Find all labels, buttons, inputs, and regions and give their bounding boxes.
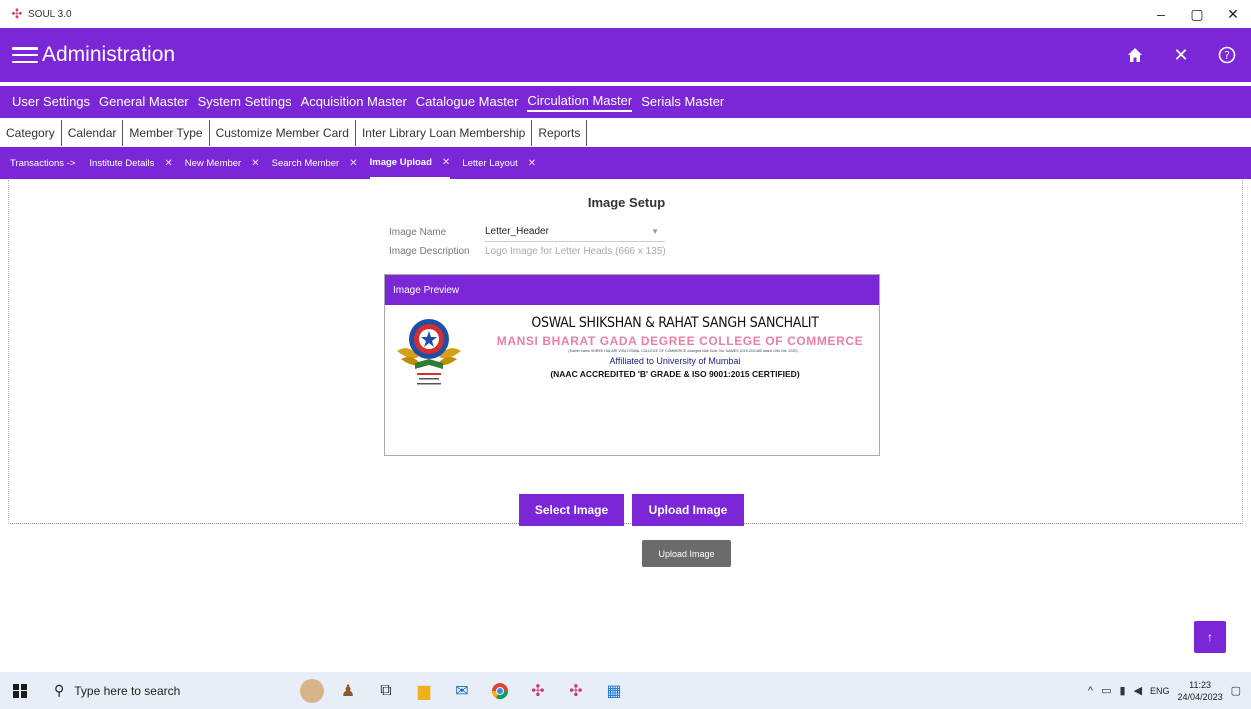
submenu-category[interactable]: Category — [0, 120, 62, 146]
image-description-field[interactable]: Logo Image for Letter Heads (666 x 135) — [485, 246, 666, 257]
cortana-avatar-icon[interactable] — [300, 678, 324, 703]
tab-close-icon[interactable]: ✕ — [164, 158, 172, 169]
soul-app-icon[interactable]: ✣ — [524, 677, 552, 705]
letterhead-trust-name: OSWAL SHIKSHAN & RAHAT SANGH SANCHALIT — [531, 315, 819, 331]
network-icon[interactable]: ▭ — [1101, 684, 1111, 697]
tab-close-icon[interactable]: ✕ — [528, 158, 536, 169]
submenu-reports[interactable]: Reports — [532, 120, 588, 146]
taskbar-search[interactable]: ⚲ Type here to search — [40, 672, 280, 709]
letterhead-accreditation: (NAAC ACCREDITED 'B' GRADE & ISO 9001:20… — [550, 369, 800, 379]
chrome-icon[interactable] — [486, 677, 514, 705]
app-header: Administration ✕ ? — [0, 28, 1251, 82]
windows-logo-icon — [13, 683, 27, 698]
task-view-icon[interactable]: ⧉ — [372, 677, 400, 705]
letterhead-affiliation: Affiliated to University of Mumbai — [609, 356, 741, 366]
file-explorer-icon[interactable]: ▆ — [410, 677, 438, 705]
tab-label: Institute Details — [89, 157, 155, 169]
tab-close-icon[interactable]: ✕ — [442, 157, 450, 168]
tab-label: Letter Layout — [462, 157, 518, 169]
image-name-select[interactable]: Letter_Header ▼ — [485, 222, 665, 242]
image-preview-header: Image Preview — [385, 275, 879, 305]
os-taskbar: ⚲ Type here to search ♟ ⧉ ▆ ✉ ✣ ✣ ▦ ^ ▭ … — [0, 672, 1251, 709]
menu-user-settings[interactable]: User Settings — [12, 94, 90, 111]
clock-date: 24/04/2023 — [1177, 691, 1223, 702]
system-tray: ^ ▭ ▮ ◀ ENG 11:23 24/04/2023 ▢ — [1088, 672, 1251, 709]
language-indicator[interactable]: ENG — [1150, 686, 1170, 696]
battery-icon[interactable]: ▮ — [1120, 684, 1126, 697]
clock[interactable]: 11:23 24/04/2023 — [1178, 679, 1223, 703]
image-preview-box: Image Preview OSWAL SHIKSHAN & RAHAT SAN… — [384, 274, 880, 456]
search-icon: ⚲ — [54, 682, 65, 698]
tab-image-upload[interactable]: Image Upload ✕ — [369, 147, 451, 179]
section-title: Image Setup — [9, 194, 1244, 212]
help-icon[interactable]: ? — [1217, 45, 1237, 65]
breadcrumb: Transactions -> Institute Details ✕ New M… — [0, 147, 1251, 179]
chevron-down-icon: ▼ — [651, 227, 659, 236]
photos-icon[interactable]: ▦ — [600, 677, 628, 705]
submenu-customize-member-card[interactable]: Customize Member Card — [210, 120, 356, 146]
tab-close-icon[interactable]: ✕ — [349, 158, 357, 169]
menu-system-settings[interactable]: System Settings — [198, 94, 292, 111]
people-icon[interactable]: ♟ — [334, 677, 362, 705]
start-button[interactable] — [0, 672, 40, 709]
menu-serials-master[interactable]: Serials Master — [641, 94, 724, 111]
submenu-inter-library-loan[interactable]: Inter Library Loan Membership — [356, 120, 533, 146]
tab-label: Search Member — [271, 157, 340, 169]
image-setup-heading: Image Setup — [587, 195, 666, 210]
tab-new-member[interactable]: New Member ✕ — [185, 147, 260, 179]
image-name-row: Image Name Letter_Header ▼ — [389, 222, 665, 242]
image-name-value: Letter_Header — [485, 226, 549, 237]
minimize-button[interactable]: – — [1143, 0, 1179, 28]
tab-letter-layout[interactable]: Letter Layout ✕ — [462, 147, 536, 179]
page-title: Administration — [42, 43, 176, 66]
chevron-up-icon[interactable]: ^ — [1088, 685, 1093, 697]
image-name-label: Image Name — [389, 226, 447, 238]
image-description-row: Image Description Logo Image for Letter … — [389, 246, 666, 257]
submenu-calendar[interactable]: Calendar — [62, 120, 124, 146]
sub-menu-bar: Category Calendar Member Type Customize … — [0, 120, 1251, 146]
tab-label: Image Upload — [369, 156, 432, 168]
svg-text:?: ? — [1224, 49, 1230, 62]
taskbar-apps: ♟ ⧉ ▆ ✉ ✣ ✣ ▦ — [300, 672, 628, 709]
letterhead-earlier-name: (Earlier name SHREE HALARI VISA OSWAL CO… — [568, 349, 798, 353]
upload-image-button[interactable]: Upload Image — [632, 494, 744, 526]
clock-time: 11:23 — [1189, 679, 1211, 690]
mail-icon[interactable]: ✉ — [448, 677, 476, 705]
college-emblem-icon — [397, 319, 461, 385]
soul-app-icon-2[interactable]: ✣ — [562, 677, 590, 705]
breadcrumb-lead[interactable]: Transactions -> — [10, 158, 75, 169]
tab-institute-details[interactable]: Institute Details ✕ — [89, 147, 172, 179]
menu-circulation-master[interactable]: Circulation Master — [527, 93, 633, 112]
volume-icon[interactable]: ◀ — [1134, 684, 1142, 697]
window-title: SOUL 3.0 — [28, 8, 72, 20]
notifications-icon[interactable]: ▢ — [1231, 684, 1241, 697]
app-logo-icon: ✣ — [11, 6, 23, 21]
header-actions: ✕ ? — [1125, 28, 1237, 82]
home-icon[interactable] — [1125, 45, 1145, 65]
window-close-button[interactable]: ✕ — [1215, 0, 1251, 28]
menu-catalogue-master[interactable]: Catalogue Master — [416, 94, 519, 111]
submenu-member-type[interactable]: Member Type — [123, 120, 210, 146]
close-icon[interactable]: ✕ — [1171, 45, 1191, 65]
tab-search-member[interactable]: Search Member ✕ — [272, 147, 358, 179]
maximize-button[interactable]: ▢ — [1179, 0, 1215, 28]
letterhead-image: OSWAL SHIKSHAN & RAHAT SANGH SANCHALIT M… — [385, 305, 879, 405]
tab-close-icon[interactable]: ✕ — [251, 158, 259, 169]
image-setup-panel: Image Setup Image Name Letter_Header ▼ I… — [8, 180, 1244, 526]
image-description-label: Image Description — [389, 246, 470, 257]
menu-general-master[interactable]: General Master — [99, 94, 189, 111]
letterhead-college-name: MANSI BHARAT GADA DEGREE COLLEGE OF COMM… — [496, 334, 864, 348]
scroll-to-top-button[interactable]: ↑ — [1194, 621, 1226, 653]
taskbar-search-placeholder: Type here to search — [74, 683, 181, 698]
window-controls: – ▢ ✕ — [1143, 0, 1251, 28]
tab-label: New Member — [184, 157, 242, 169]
hamburger-menu-icon[interactable] — [12, 45, 38, 65]
main-menu-bar: User Settings General Master System Sett… — [0, 86, 1251, 118]
window-titlebar: ✣ SOUL 3.0 – ▢ ✕ — [0, 0, 1251, 28]
upload-image-tooltip: Upload Image — [642, 540, 731, 567]
menu-acquisition-master[interactable]: Acquisition Master — [301, 94, 407, 111]
select-image-button[interactable]: Select Image — [519, 494, 624, 526]
